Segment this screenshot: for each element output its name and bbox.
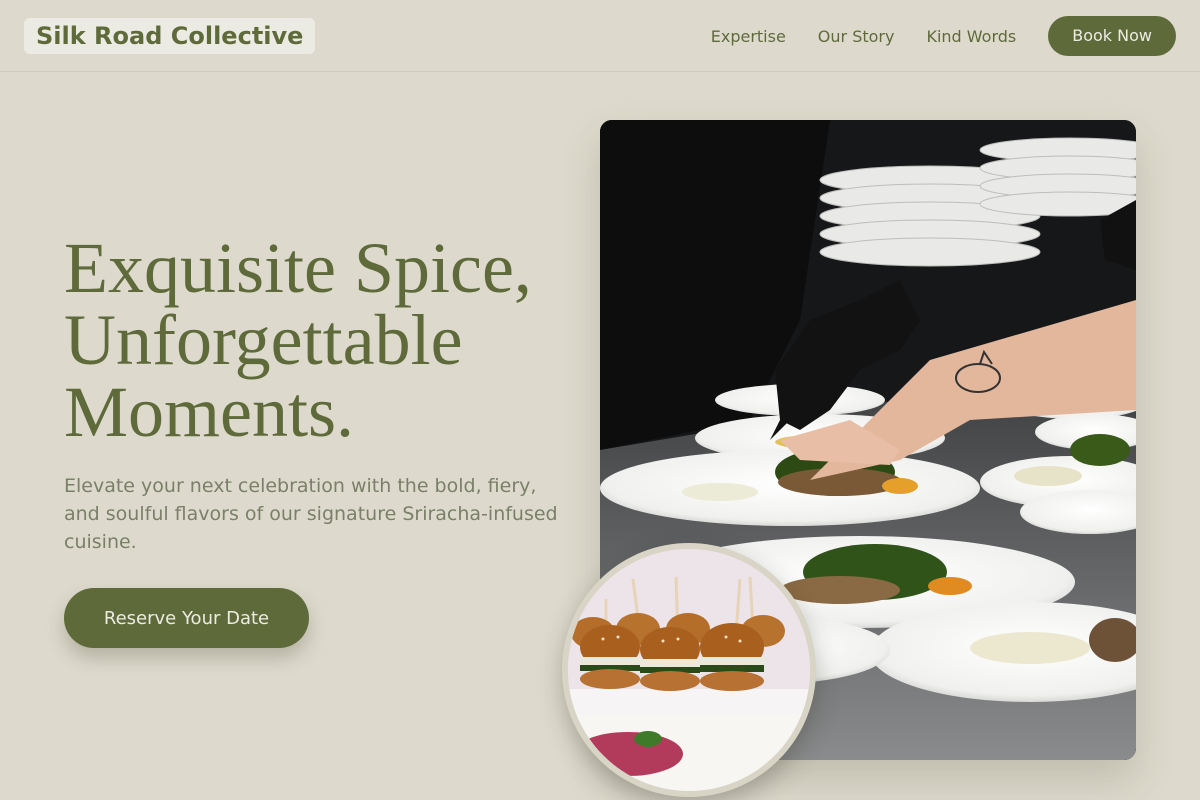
hero-title-line: Moments. xyxy=(64,372,355,452)
site-header: Silk Road Collective Expertise Our Story… xyxy=(0,0,1200,72)
reserve-date-button[interactable]: Reserve Your Date xyxy=(64,588,309,648)
nav-link-kind-words[interactable]: Kind Words xyxy=(926,27,1016,46)
nav-link-expertise[interactable]: Expertise xyxy=(711,27,786,46)
nav-link-our-story[interactable]: Our Story xyxy=(818,27,895,46)
main-nav: Expertise Our Story Kind Words Book Now xyxy=(711,16,1176,56)
hero-title-line: Exquisite Spice, xyxy=(64,228,532,308)
hero-title-line: Unforgettable xyxy=(64,300,463,380)
sliders-photo xyxy=(562,543,816,797)
hero-title: Exquisite Spice, Unforgettable Moments. xyxy=(64,232,584,448)
book-now-button[interactable]: Book Now xyxy=(1048,16,1176,56)
hero-subtitle: Elevate your next celebration with the b… xyxy=(64,475,558,553)
brand-logo[interactable]: Silk Road Collective xyxy=(24,18,316,54)
sliders-illustration xyxy=(568,549,810,791)
